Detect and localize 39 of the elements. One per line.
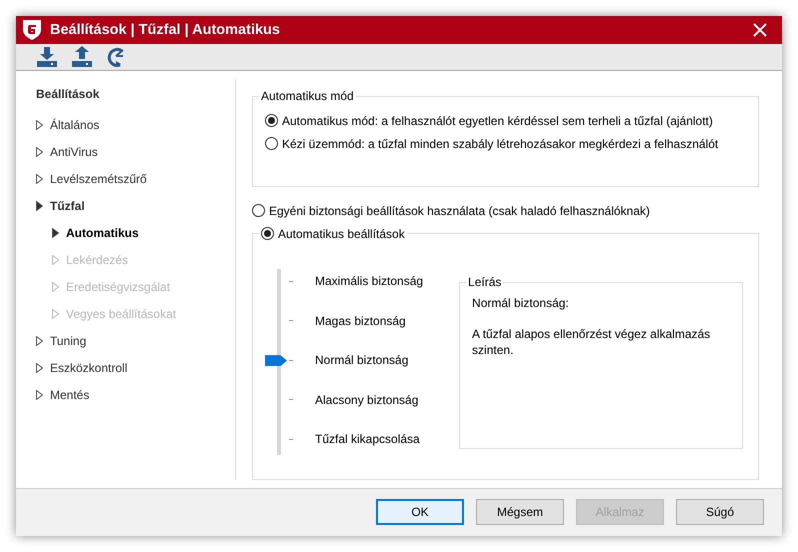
description-text: A tűzfal alapos ellenőrzést végez alkalmazás szinten. bbox=[472, 326, 712, 358]
description-heading: Normál biztonság: bbox=[472, 295, 570, 312]
close-icon[interactable] bbox=[753, 23, 767, 37]
expand-arrow-icon[interactable] bbox=[36, 390, 43, 400]
download-icon[interactable] bbox=[35, 45, 59, 70]
expand-arrow-icon[interactable] bbox=[36, 362, 43, 373]
sidebar-heading: Beállítások bbox=[36, 87, 100, 102]
upload-icon[interactable] bbox=[70, 45, 94, 70]
tree-item[interactable]: Tűzfal bbox=[50, 198, 85, 213]
expand-arrow-icon[interactable] bbox=[36, 120, 43, 130]
dialog-button[interactable]: OK bbox=[376, 499, 464, 526]
radio-option[interactable]: Egyéni biztonsági beállítások használata (csak haladó felhasználóknak) bbox=[252, 199, 759, 222]
radio-option[interactable]: Kézi üzemmód: a tűzfal minden szabály létrehozásakor megkérdezi a felhasználót bbox=[265, 132, 746, 156]
tree-item[interactable]: Tuning bbox=[50, 334, 86, 348]
slider-thumb[interactable] bbox=[265, 355, 287, 366]
tree-item[interactable]: Mentés bbox=[50, 388, 90, 402]
expand-arrow-icon[interactable] bbox=[36, 174, 43, 184]
level-label: Tűzfal kikapcsolása bbox=[315, 432, 420, 446]
level-label: Normál biztonság bbox=[315, 353, 408, 368]
tree-item[interactable]: Levélszemétszűrő bbox=[50, 172, 147, 186]
radio-option[interactable]: Automatikus beállítások bbox=[261, 222, 405, 246]
tree-item[interactable]: Eszközkontroll bbox=[50, 360, 128, 375]
expand-arrow-icon[interactable] bbox=[36, 200, 43, 211]
level-label: Alacsony biztonság bbox=[315, 392, 418, 407]
group-title: Automatikus mód bbox=[260, 89, 355, 104]
shield-logo-icon bbox=[22, 19, 42, 41]
dialog-button[interactable]: Súgó bbox=[676, 499, 764, 526]
expand-arrow-icon[interactable] bbox=[52, 228, 59, 238]
level-label: Maximális biztonság bbox=[315, 274, 424, 288]
level-label: Magas biztonság bbox=[315, 314, 406, 328]
expand-arrow-icon[interactable] bbox=[36, 146, 43, 157]
window-title: Beállítások | Tűzfal | Automatikus bbox=[50, 22, 281, 38]
expand-arrow-icon[interactable] bbox=[36, 336, 43, 346]
radio-option[interactable]: Automatikus mód: a felhasználót egyetlen kérdéssel sem terheli a tűzfal (ajánlott) bbox=[265, 109, 746, 132]
tree-item[interactable]: AntiVirus bbox=[50, 144, 98, 159]
tree-item[interactable]: Automatikus bbox=[66, 226, 139, 240]
tree-item[interactable]: Általános bbox=[50, 118, 100, 132]
dialog-button[interactable]: Mégsem bbox=[476, 499, 564, 526]
group-title: Leírás bbox=[467, 275, 502, 290]
